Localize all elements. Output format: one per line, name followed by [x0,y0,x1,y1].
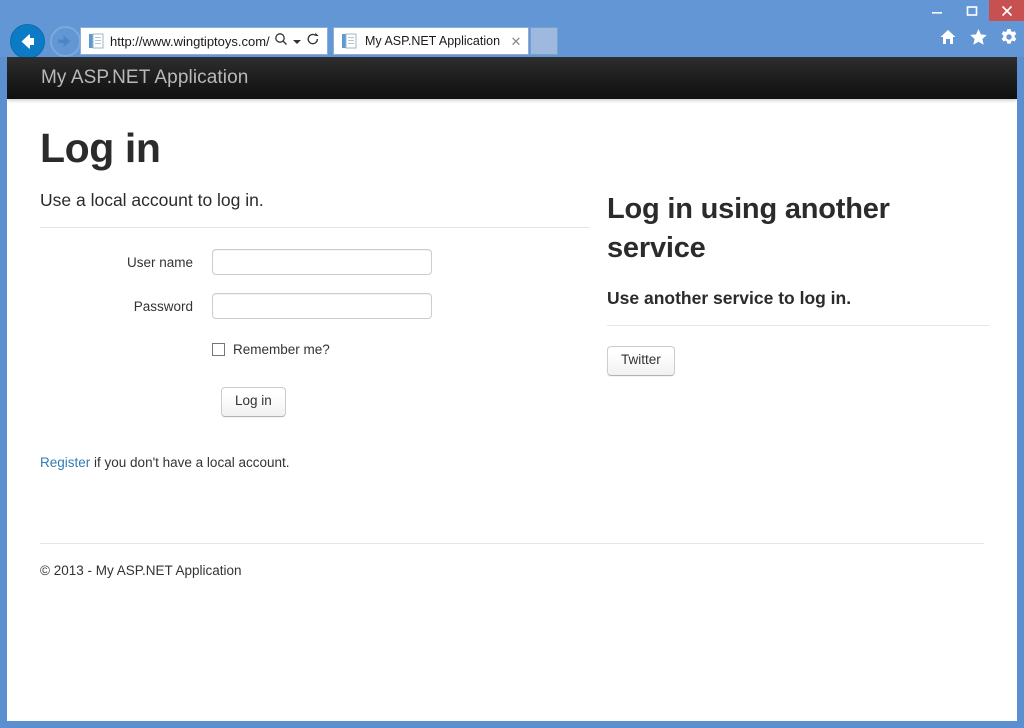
username-input[interactable] [212,249,432,275]
username-label: User name [126,254,193,270]
maximize-icon [966,5,977,16]
password-label: Password [133,298,193,314]
browser-tab[interactable]: My ASP.NET Application ✕ [333,27,529,55]
new-tab-button[interactable] [530,27,558,55]
login-button[interactable]: Log in [221,387,286,417]
page-document-icon [88,33,104,49]
site-navbar: My ASP.NET Application [7,57,1017,99]
password-row: Password [40,293,590,319]
minimize-icon [931,11,942,14]
magnifier-icon[interactable] [271,32,291,51]
register-link[interactable]: Register [40,455,90,470]
page-document-icon [341,33,357,49]
page-container: Log in Use a local account to log in. Us… [7,125,1017,578]
close-button[interactable] [989,0,1024,21]
maximize-button[interactable] [954,0,989,21]
local-login-divider [40,227,590,228]
address-bar[interactable]: http://www.wingtiptoys.com/ [80,27,328,55]
local-login-subheading: Use a local account to log in. [40,190,264,210]
page-title: Log in [40,125,161,171]
login-form: User name Password Remember me? Log in [40,249,590,417]
minimize-button[interactable] [919,0,954,21]
home-icon[interactable] [939,28,957,46]
tab-strip: My ASP.NET Application ✕ [333,27,558,55]
login-columns: Use a local account to log in. User name… [40,190,989,483]
remember-me-label: Remember me? [233,342,330,357]
site-brand[interactable]: My ASP.NET Application [41,67,248,89]
username-row: User name [40,249,590,275]
remember-row: Remember me? [40,337,590,357]
back-arrow-icon [21,34,34,49]
forward-button[interactable] [50,26,81,57]
register-rest-text: if you don't have a local account. [90,454,290,470]
chrome-toolbar-icons [939,28,1018,46]
window-controls [919,0,1024,21]
external-login-subheading: Use another service to log in. [607,287,852,308]
address-input[interactable]: http://www.wingtiptoys.com/ [110,34,271,49]
external-login-section: Log in using another service Use another… [607,190,989,483]
column-gap [590,190,607,483]
back-button[interactable] [10,24,45,59]
tab-close-icon[interactable]: ✕ [508,35,524,48]
footer-text: © 2013 - My ASP.NET Application [40,563,242,579]
external-login-heading: Log in using another service [607,193,890,264]
gear-icon[interactable] [1000,28,1018,46]
footer-divider [40,543,984,545]
external-services: Twitter [607,345,989,376]
page-viewport: My ASP.NET Application Log in Use a loca… [7,57,1017,721]
close-icon [1001,5,1012,16]
refresh-icon[interactable] [303,32,323,51]
password-input[interactable] [212,293,432,319]
checkbox-box-icon[interactable] [212,343,225,356]
external-login-divider [607,324,989,326]
submit-row: Log in [40,387,590,417]
browser-window: http://www.wingtiptoys.com/ My ASP.NET A… [0,0,1024,728]
forward-arrow-icon [58,35,71,48]
chevron-down-icon[interactable] [291,32,303,50]
star-icon[interactable] [969,28,988,46]
twitter-login-button[interactable]: Twitter [607,345,675,376]
remember-me-checkbox[interactable]: Remember me? [212,342,330,357]
tab-title: My ASP.NET Application [365,34,501,48]
local-login-section: Use a local account to log in. User name… [40,190,590,483]
browser-chrome: http://www.wingtiptoys.com/ My ASP.NET A… [0,0,1024,59]
register-line: Register if you don't have a local accou… [40,455,590,470]
